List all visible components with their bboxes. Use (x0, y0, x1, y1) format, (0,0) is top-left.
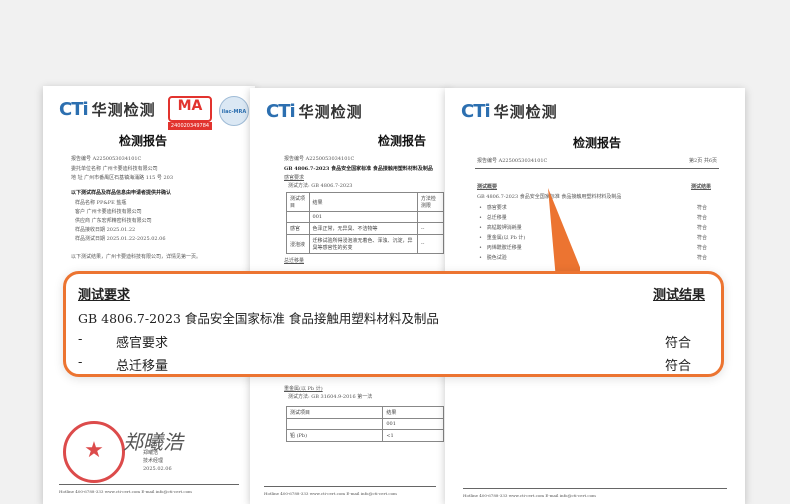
cti-logo-latin: CTi (461, 100, 491, 122)
migration-heading: 总迁移量 (284, 258, 305, 264)
cti-logo-chinese: 华测检测 (91, 100, 156, 119)
row-result: 符合 (664, 336, 691, 351)
callout-results-header: 测试结果 (652, 288, 705, 303)
summary-item: • 丙烯酰胺迁移量 (479, 245, 522, 251)
summary-item: • 高锰酸钾消耗量 (479, 225, 522, 231)
meta-line: 报告编号 A2250053034101C (284, 156, 355, 162)
signer-title: 技术经理 (143, 458, 164, 464)
summary-item: • 感官要求 (479, 205, 507, 211)
cti-logo: CTi 华测检测 (461, 100, 558, 122)
ilac-mra-logo: ilac-MRA (219, 96, 249, 126)
info-line: 样品接收日期 2025.01.22 (75, 227, 136, 233)
table-row: 001 (285, 418, 444, 430)
sensory-heading: 感官要求 (284, 175, 305, 181)
table-row: 001 (286, 211, 445, 223)
heavy-metal-table: 测试项目 结果 001 铅 (Pb) <1 (285, 406, 444, 442)
cma-badge: MA (168, 96, 212, 122)
report-title: 检测报告 (119, 134, 168, 148)
summary-result: 符合 (696, 245, 707, 251)
official-seal: ★ (63, 421, 125, 483)
section-heading: 以下测试样品及样品信息由申请者提供并确认 (71, 190, 172, 196)
heavy-metal-heading: 重金属(以 Pb 计) (284, 386, 323, 392)
summary-item: • 总迁移量 (479, 215, 507, 221)
callout-row: - 总迁移量 符合 (78, 355, 691, 374)
result-heading: 测试结果 (690, 184, 711, 190)
sensory-table: 测试项目 结果 方法检测限 001 感官 色泽正常，无异臭、不洁物等 -- 浸泡… (286, 192, 445, 254)
summary-result: 符合 (696, 255, 707, 261)
report-title: 检测报告 (573, 136, 622, 150)
meta-line: 委托单位名称 广州卡要迪科技有限公司 (71, 166, 158, 172)
row-result: 符合 (664, 359, 691, 374)
meta-line: 报告编号 A2250053034101C (71, 156, 142, 162)
summary-item: • 重金属(以 Pb 计) (479, 235, 526, 241)
footer-divider (59, 484, 239, 485)
signer-name: 郑曦浩 (143, 450, 159, 456)
heavy-metal-method: 测试方法: GB 31604.9-2016 第一法 (288, 394, 373, 400)
cti-logo-latin: CTi (59, 98, 89, 120)
header-divider (475, 168, 719, 169)
table-row: 测试项目 结果 方法检测限 (286, 192, 445, 212)
note-line: 以下测试结果，广州卡要迪科技有限公司，详情见第一页。 (71, 254, 202, 260)
table-row: 测试项目 结果 (285, 406, 444, 419)
meta-line: 地 址 广州市番禺区石基镇海涌路 115 号 203 (71, 175, 174, 181)
row-label: 总迁移量 (116, 359, 169, 374)
footer-text: Hotline 400-6788-333 www.cti-cert.com E-… (59, 489, 192, 494)
cti-logo: CTi 华测检测 (266, 100, 363, 122)
summary-result: 符合 (696, 215, 707, 221)
info-line: 样品名称 PP&PE 盐瓶 (75, 200, 127, 206)
summary-result: 符合 (696, 225, 707, 231)
table-row: 铅 (Pb) <1 (285, 429, 444, 442)
footer-text: Hotline 400-6788-333 www.cti-cert.com E-… (463, 493, 596, 498)
meta-line: 报告编号 A2250053034101C (477, 158, 548, 164)
row-bullet: - (78, 355, 83, 370)
summary-result: 符合 (696, 235, 707, 241)
test-summary-callout: 测试要求 测试结果 GB 4806.7-2023 食品安全国家标准 食品接触用塑… (63, 271, 724, 377)
report-title: 检测报告 (378, 134, 427, 148)
info-line: 样品测试日期 2025.01.22-2025.02.06 (75, 236, 166, 242)
row-bullet: - (78, 332, 83, 347)
page-info: 第2页 共6页 (689, 158, 717, 164)
callout-row: - 感官要求 符合 (78, 332, 691, 351)
callout-standard: GB 4806.7-2023 食品安全国家标准 食品接触用塑料材料及制品 (78, 311, 439, 326)
table-row: 浸泡液 迁移试验所得浸泡液无着色、浑浊、沉淀，异臭等感官性的劣变 -- (286, 234, 445, 254)
cma-number: 240020349784 (168, 122, 212, 130)
footer-divider (264, 486, 436, 487)
cti-logo-chinese: 华测检测 (298, 102, 363, 121)
footer-text: Hotline 400-6788-333 www.cti-cert.com E-… (264, 491, 397, 496)
method-line: 测试方法: GB 4806.7-2023 (288, 183, 353, 189)
standard-line: GB 4806.7-2023 食品安全国家标准 食品接触用塑料材料及制品 (284, 166, 433, 172)
cti-logo: CTi 华测检测 (59, 98, 156, 120)
info-line: 供应商 广东宏邦精密科技有限公司 (75, 218, 152, 224)
table-row: 感官 色泽正常，无异臭、不洁物等 -- (286, 222, 445, 235)
cti-logo-chinese: 华测检测 (493, 102, 558, 121)
summary-heading: 测试概要 (477, 184, 498, 190)
callout-requirements-header: 测试要求 (78, 288, 131, 303)
sign-date: 2025.02.06 (143, 466, 172, 472)
cti-logo-latin: CTi (266, 100, 296, 122)
row-label: 感官要求 (116, 336, 169, 351)
info-line: 客户 广州卡要迪科技有限公司 (75, 209, 142, 215)
footer-divider (463, 488, 727, 489)
summary-result: 符合 (696, 205, 707, 211)
summary-item: • 脱色试验 (479, 255, 507, 261)
